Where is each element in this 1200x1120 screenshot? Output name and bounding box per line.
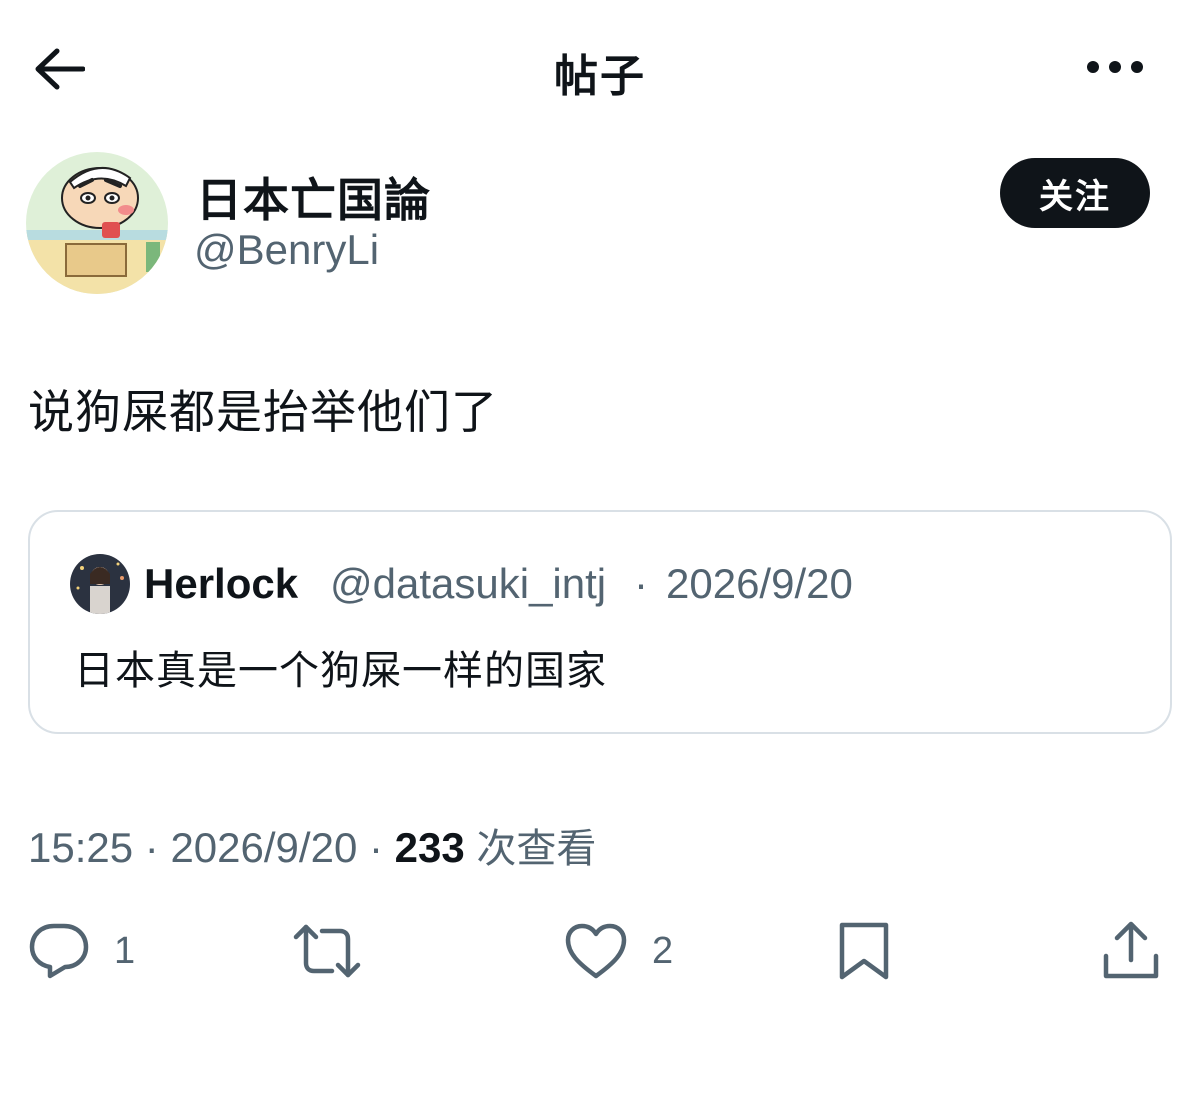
quoted-post-card[interactable]: Herlock @datasuki_intj · 2026/9/20 日本真是一… [28, 510, 1172, 734]
page-title: 帖子 [554, 51, 646, 102]
top-bar: 帖子 [0, 0, 1200, 135]
share-icon [1103, 921, 1159, 979]
more-horizontal-icon [1087, 61, 1143, 73]
quoted-author-handle: @datasuki_intj [330, 560, 607, 607]
reply-icon [29, 923, 89, 979]
post-detail-page: 帖子 日本亡国論 @BenryLi 关注 说狗屎都是抬举他们了 Herlock … [0, 0, 1200, 1120]
author-avatar[interactable] [26, 152, 168, 294]
reply-button[interactable]: 1 [28, 918, 135, 984]
like-button[interactable]: 2 [564, 918, 673, 984]
quoted-author-avatar [70, 554, 130, 614]
meta-separator: · [368, 824, 383, 871]
quoted-post-text: 日本真是一个狗屎一样的国家 [74, 648, 607, 694]
bookmark-button[interactable] [836, 918, 892, 984]
author-handle[interactable]: @BenryLi [194, 226, 379, 274]
share-button[interactable] [1100, 918, 1162, 984]
more-button[interactable] [1080, 40, 1150, 94]
post-time: 15:25 [28, 824, 134, 871]
repost-button[interactable] [292, 918, 362, 984]
heart-icon [565, 923, 627, 979]
like-count: 2 [652, 929, 674, 972]
quoted-post-date: 2026/9/20 [666, 560, 853, 607]
post-date: 2026/9/20 [170, 824, 358, 871]
views-count[interactable]: 233 [395, 824, 465, 871]
reply-count: 1 [114, 929, 136, 972]
bookmark-icon [839, 922, 889, 980]
author-display-name[interactable]: 日本亡国論 [196, 164, 431, 230]
quoted-author-display-name: Herlock [144, 560, 299, 607]
repost-icon [293, 924, 361, 978]
meta-separator: · [144, 824, 159, 871]
post-text: 说狗屎都是抬举他们了 [28, 385, 498, 439]
quoted-separator: · [634, 560, 648, 607]
follow-button[interactable]: 关注 [1000, 158, 1150, 228]
views-label: 次查看 [476, 826, 597, 872]
post-meta: 15:25 · 2026/9/20 · 233 次查看 [28, 816, 596, 874]
